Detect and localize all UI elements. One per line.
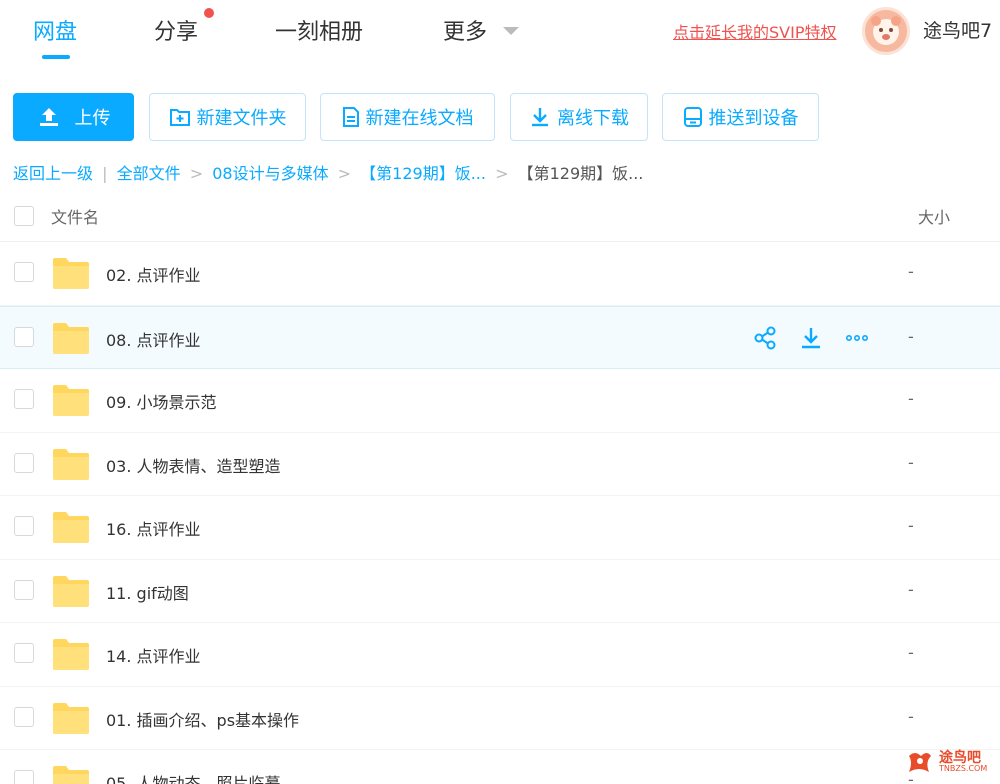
active-tab-indicator: [42, 55, 70, 59]
folder-icon: [52, 701, 90, 735]
username[interactable]: 途鸟吧7: [923, 16, 992, 43]
folder-icon: [52, 637, 90, 671]
push-to-device-label: 推送到设备: [708, 108, 799, 129]
share-icon[interactable]: [752, 325, 778, 351]
breadcrumb-divider: |: [102, 164, 108, 183]
more-options-icon[interactable]: [844, 325, 870, 351]
folder-icon: [52, 256, 90, 290]
upload-icon: [39, 108, 58, 126]
file-list: 02. 点评作业 -08. 点评作业 -09. 小场景示范 -03. 人物表情、造型塑…: [0, 242, 1000, 784]
nav-tab-album[interactable]: 一刻相册: [275, 14, 363, 46]
row-checkbox[interactable]: [14, 516, 34, 536]
row-actions: [752, 325, 870, 351]
row-checkbox[interactable]: [14, 770, 34, 784]
download-icon[interactable]: [798, 325, 824, 351]
nav-tab-netdisk[interactable]: 网盘: [33, 14, 77, 46]
file-size: -: [908, 516, 914, 535]
column-header-size[interactable]: 大小: [918, 204, 950, 228]
breadcrumb-back[interactable]: 返回上一级: [13, 164, 93, 183]
table-row[interactable]: 09. 小场景示范 -: [0, 369, 1000, 433]
folder-icon: [52, 447, 90, 481]
watermark: 途鸟吧 TNBZS.COM: [905, 748, 987, 776]
breadcrumb-current: 【第129期】饭...: [517, 164, 644, 183]
new-online-doc-button[interactable]: 新建在线文档: [320, 93, 495, 141]
document-icon: [342, 107, 359, 127]
offline-download-button[interactable]: 离线下载: [510, 93, 648, 141]
folder-icon: [52, 321, 90, 355]
folder-icon: [52, 383, 90, 417]
watermark-subtext: TNBZS.COM: [939, 764, 988, 773]
breadcrumb-item-period[interactable]: 【第129期】饭...: [360, 164, 486, 183]
folder-icon: [52, 510, 90, 544]
chevron-right-icon: >: [189, 164, 204, 183]
file-size: -: [908, 643, 914, 662]
breadcrumb: 返回上一级 | 全部文件 > 08设计与多媒体 > 【第129期】饭... > …: [13, 160, 643, 184]
file-name[interactable]: 02. 点评作业: [106, 262, 201, 286]
upload-button[interactable]: 上传: [13, 93, 134, 141]
row-checkbox[interactable]: [14, 326, 34, 347]
new-folder-label: 新建文件夹: [196, 108, 287, 129]
file-name[interactable]: 08. 点评作业: [106, 327, 201, 351]
chevron-down-icon[interactable]: [503, 27, 519, 35]
file-size: -: [908, 326, 914, 346]
row-checkbox[interactable]: [14, 706, 34, 727]
avatar-bear-icon: [871, 16, 901, 45]
download-icon: [532, 108, 548, 127]
watermark-logo-icon: [909, 753, 931, 772]
table-row[interactable]: 02. 点评作业 -: [0, 242, 1000, 306]
file-table-header: 文件名 大小: [0, 190, 1000, 242]
row-checkbox[interactable]: [14, 579, 34, 600]
avatar[interactable]: [862, 7, 910, 55]
chevron-right-icon: >: [337, 164, 352, 183]
file-name[interactable]: 01. 插画介绍、ps基本操作: [106, 707, 299, 731]
file-size: -: [908, 389, 914, 408]
file-size: -: [908, 579, 914, 599]
table-row[interactable]: 01. 插画介绍、ps基本操作 -: [0, 687, 1000, 750]
table-row[interactable]: 16. 点评作业 -: [0, 496, 1000, 560]
row-checkbox[interactable]: [14, 389, 34, 409]
folder-icon: [52, 574, 90, 608]
file-size: -: [908, 706, 914, 726]
breadcrumb-item-all-files[interactable]: 全部文件: [117, 164, 181, 183]
row-checkbox[interactable]: [14, 643, 34, 663]
column-header-name[interactable]: 文件名: [51, 204, 99, 228]
svip-renew-link[interactable]: 点击延长我的SVIP特权: [673, 19, 836, 43]
device-icon: [683, 107, 702, 127]
watermark-text: 途鸟吧: [939, 750, 981, 766]
breadcrumb-item-design[interactable]: 08设计与多媒体: [212, 164, 328, 183]
table-row[interactable]: 03. 人物表情、造型塑造 -: [0, 433, 1000, 496]
push-to-device-button[interactable]: 推送到设备: [662, 93, 819, 141]
file-size: -: [908, 452, 914, 472]
table-row[interactable]: 08. 点评作业 -: [0, 305, 1000, 369]
file-name[interactable]: 11. gif动图: [106, 580, 189, 604]
new-folder-button[interactable]: 新建文件夹: [149, 93, 306, 141]
row-checkbox[interactable]: [14, 452, 34, 473]
file-name[interactable]: 03. 人物表情、造型塑造: [106, 453, 281, 477]
new-online-doc-label: 新建在线文档: [365, 108, 474, 129]
table-row[interactable]: 14. 点评作业 -: [0, 623, 1000, 687]
table-row[interactable]: 05. 人物动态、照片临摹 -: [0, 750, 1000, 784]
top-nav: 网盘 分享 一刻相册 更多 点击延长我的SVIP特权 途鸟吧7: [0, 0, 1000, 72]
nav-tab-more[interactable]: 更多: [443, 14, 487, 46]
file-name[interactable]: 05. 人物动态、照片临摹: [106, 770, 281, 784]
offline-download-label: 离线下载: [557, 108, 629, 129]
notification-dot: [204, 8, 214, 18]
add-folder-icon: [169, 109, 190, 126]
nav-tab-share[interactable]: 分享: [154, 14, 198, 46]
row-checkbox[interactable]: [14, 262, 34, 282]
file-name[interactable]: 16. 点评作业: [106, 516, 201, 540]
file-name[interactable]: 09. 小场景示范: [106, 389, 217, 413]
select-all-checkbox[interactable]: [14, 206, 34, 226]
folder-icon: [52, 764, 90, 784]
file-size: -: [908, 262, 914, 281]
file-name[interactable]: 14. 点评作业: [106, 643, 201, 667]
upload-label: 上传: [74, 108, 111, 129]
table-row[interactable]: 11. gif动图 -: [0, 560, 1000, 623]
chevron-right-icon: >: [495, 164, 509, 183]
